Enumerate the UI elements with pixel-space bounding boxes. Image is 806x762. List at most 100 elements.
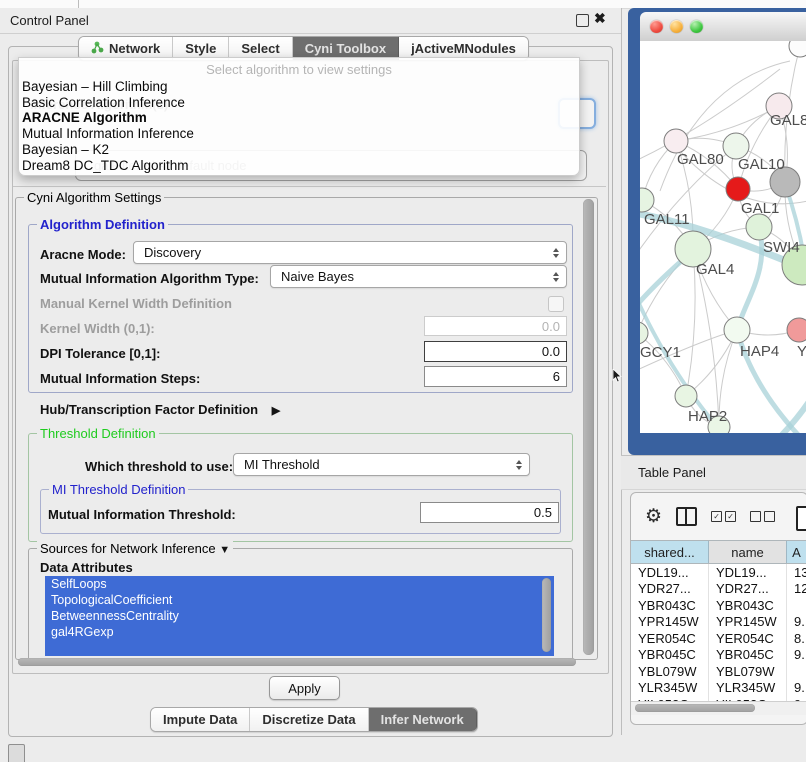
control-panel-title: Control Panel bbox=[10, 13, 89, 28]
network-node-label: SWI4 bbox=[763, 239, 800, 256]
sources-group-title[interactable]: Sources for Network Inference ▼ bbox=[37, 541, 233, 556]
aracne-mode-select[interactable]: Discovery bbox=[133, 241, 567, 264]
table-row[interactable]: YBR043CYBR043C bbox=[631, 597, 806, 614]
close-traffic-light[interactable] bbox=[650, 20, 663, 33]
table-cell: 13 bbox=[787, 564, 806, 581]
apply-button[interactable]: Apply bbox=[269, 676, 340, 700]
hub-definition-toggle[interactable]: Hub/Transcription Factor Definition ▶ bbox=[40, 402, 280, 417]
tab-infer-network[interactable]: Infer Network bbox=[369, 708, 477, 731]
control-panel-titlebar bbox=[0, 8, 621, 34]
attribute-list-item[interactable] bbox=[45, 640, 554, 656]
table-row[interactable]: YER054CYER054C8. bbox=[631, 630, 806, 647]
network-node-label: GAL11 bbox=[644, 211, 690, 228]
table-row[interactable]: YDR27...YDR27...12 bbox=[631, 581, 806, 598]
table-row[interactable]: YDL19...YDL19...13 bbox=[631, 564, 806, 581]
network-node-label: Y bbox=[797, 343, 806, 360]
mi-algorithm-type-label: Mutual Information Algorithm Type: bbox=[40, 271, 259, 286]
manual-kernel-width-checkbox[interactable] bbox=[548, 296, 564, 312]
network-node-swi4-node[interactable] bbox=[746, 214, 772, 240]
table-cell: YER054C bbox=[631, 630, 709, 647]
dropdown-item[interactable]: Bayesian – Hill Climbing bbox=[22, 79, 168, 94]
docked-panel-icon[interactable] bbox=[8, 744, 25, 762]
table-cell: YBR043C bbox=[709, 597, 787, 614]
table-row[interactable]: YPR145WYPR145W9. bbox=[631, 614, 806, 631]
column-header-shared[interactable]: shared... bbox=[631, 541, 709, 563]
table-cell: 12 bbox=[787, 581, 806, 598]
tab-label: Network bbox=[109, 41, 160, 56]
mi-steps-field[interactable]: 6 bbox=[424, 366, 567, 387]
tab-label: Discretize Data bbox=[262, 712, 355, 727]
cyni-algorithm-settings-title: Cyni Algorithm Settings bbox=[24, 190, 164, 205]
close-icon[interactable]: ✖ bbox=[594, 10, 606, 27]
minimize-traffic-light[interactable] bbox=[670, 20, 683, 33]
table-cell: YPR145W bbox=[631, 614, 709, 631]
network-node-partial-top-right[interactable] bbox=[789, 41, 806, 57]
network-node-hap2-node[interactable] bbox=[675, 385, 697, 407]
gear-icon[interactable]: ⚙ bbox=[645, 507, 662, 526]
dropdown-item[interactable]: ARACNE Algorithm bbox=[22, 110, 147, 125]
network-edge bbox=[640, 69, 780, 161]
attribute-list-item[interactable]: TopologicalCoefficient bbox=[45, 592, 554, 608]
threshold-definition-title: Threshold Definition bbox=[37, 426, 159, 441]
table-cell bbox=[787, 597, 806, 614]
attribute-list-item[interactable]: BetweennessCentrality bbox=[45, 608, 554, 624]
network-node-red-node[interactable] bbox=[726, 177, 750, 201]
settings-horizontal-scrollbar[interactable] bbox=[18, 658, 576, 666]
which-threshold-select[interactable]: MI Threshold bbox=[233, 453, 530, 476]
kernel-width-field[interactable]: 0.0 bbox=[424, 316, 567, 336]
network-node-hap4-node[interactable] bbox=[724, 317, 750, 343]
table-hscroll-thumb[interactable] bbox=[635, 704, 755, 712]
network-window-titlebar bbox=[640, 12, 806, 42]
dropdown-item[interactable]: Bayesian – K2 bbox=[22, 142, 109, 157]
network-view-window: GAL8GAL80GAL10GAL1GAL11SWI4GAL4HAP4YGCY1… bbox=[628, 8, 806, 455]
which-threshold-label: Which threshold to use: bbox=[85, 459, 233, 474]
table-panel-container: ⚙ ✓✓ shared...nameAYDL19...YDL19...13YDR… bbox=[630, 492, 806, 725]
mi-threshold-field[interactable]: 0.5 bbox=[420, 502, 559, 523]
column-header-name[interactable]: name bbox=[709, 541, 787, 563]
network-edge bbox=[686, 249, 695, 396]
attribute-list-item[interactable]: gal4RGexp bbox=[45, 624, 554, 640]
network-node-pink-right[interactable] bbox=[787, 318, 806, 342]
network-node-green-left[interactable] bbox=[640, 188, 654, 212]
float-window-icon[interactable] bbox=[576, 14, 589, 27]
network-canvas[interactable]: GAL8GAL80GAL10GAL1GAL11SWI4GAL4HAP4YGCY1… bbox=[640, 41, 806, 433]
table-cell: YBR045C bbox=[709, 647, 787, 664]
select-all-icon[interactable]: ✓✓ bbox=[711, 511, 736, 522]
mouse-cursor bbox=[612, 369, 622, 388]
table-cell: YBR045C bbox=[631, 647, 709, 664]
mi-algorithm-type-select[interactable]: Naive Bayes bbox=[270, 265, 567, 288]
deselect-all-icon[interactable] bbox=[750, 511, 775, 522]
column-browser-icon[interactable] bbox=[676, 507, 697, 526]
node-table: shared...nameAYDL19...YDL19...13YDR27...… bbox=[631, 540, 806, 713]
network-node-label: GAL80 bbox=[677, 151, 724, 168]
network-node-label: GCY1 bbox=[640, 344, 681, 361]
spinner-arrows-icon bbox=[516, 460, 522, 470]
dpi-tolerance-field[interactable]: 0.0 bbox=[424, 341, 567, 362]
network-node-label: GAL1 bbox=[741, 200, 779, 217]
dropdown-item[interactable]: Basic Correlation Inference bbox=[22, 95, 185, 110]
document-icon[interactable] bbox=[796, 506, 806, 531]
tab-impute-data[interactable]: Impute Data bbox=[151, 708, 250, 731]
table-row[interactable]: YBR045CYBR045C9. bbox=[631, 647, 806, 664]
attribute-list-item[interactable]: SelfLoops bbox=[45, 576, 554, 592]
network-node-label: HAP4 bbox=[740, 343, 779, 360]
network-node-pink-left[interactable] bbox=[664, 129, 688, 153]
column-header-A[interactable]: A bbox=[787, 541, 806, 563]
divider bbox=[13, 186, 606, 187]
table-cell: 8. bbox=[787, 630, 806, 647]
attribute-list-scrollbar[interactable] bbox=[542, 578, 551, 652]
table-row[interactable]: YLR345WYLR345W9. bbox=[631, 680, 806, 697]
table-hscroll-track[interactable] bbox=[631, 701, 806, 715]
dropdown-item[interactable]: Dream8 DC_TDC Algorithm bbox=[22, 158, 189, 173]
bottom-tabbar: Impute Data Discretize Data Infer Network bbox=[150, 707, 478, 732]
network-node-label: GAL4 bbox=[696, 261, 734, 278]
dropdown-item[interactable]: Mutual Information Inference bbox=[22, 126, 194, 141]
table-cell: YBR043C bbox=[631, 597, 709, 614]
tab-discretize-data[interactable]: Discretize Data bbox=[250, 708, 368, 731]
screen: Control Panel ✖ Inference Algorithm(s) g… bbox=[0, 0, 806, 762]
zoom-traffic-light[interactable] bbox=[690, 20, 703, 33]
settings-vertical-scrollbar[interactable] bbox=[583, 199, 594, 655]
kernel-width-label: Kernel Width (0,1): bbox=[40, 321, 155, 336]
hub-definition-label: Hub/Transcription Factor Definition bbox=[40, 402, 258, 417]
table-row[interactable]: YBL079WYBL079W bbox=[631, 663, 806, 680]
